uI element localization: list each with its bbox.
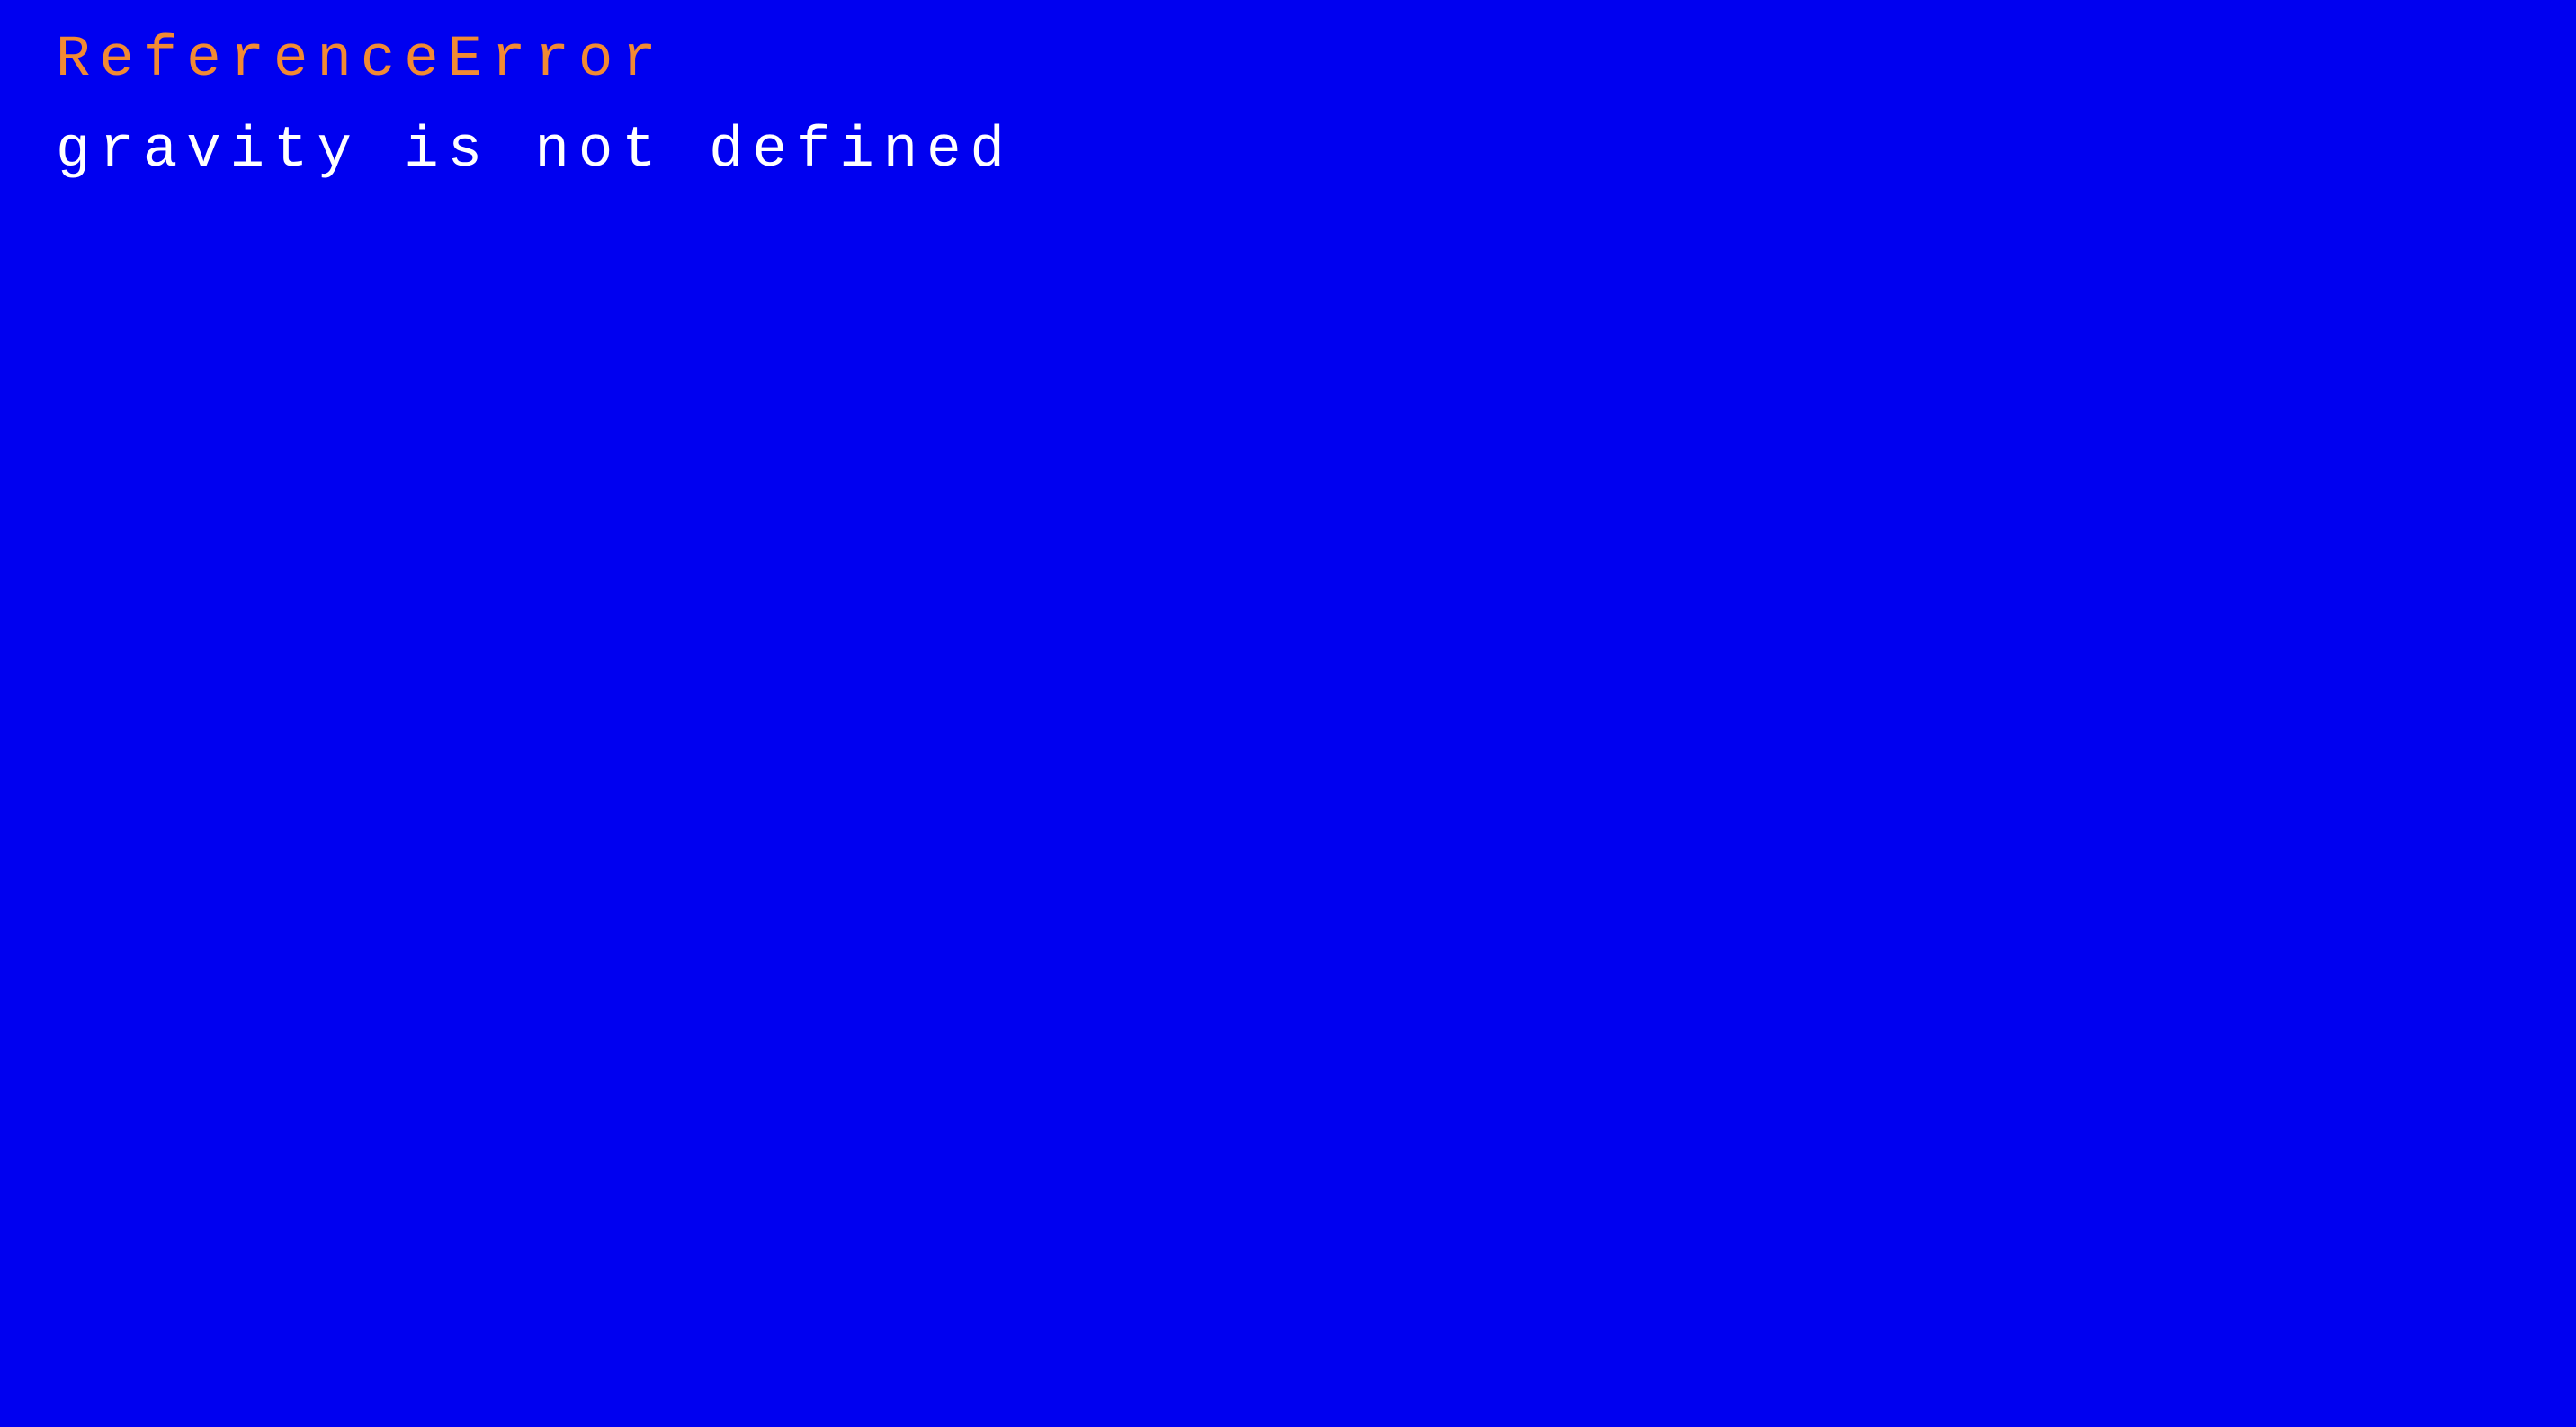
error-panel: ReferenceError gravity is not defined [56, 23, 2484, 188]
error-screen: ReferenceError gravity is not defined [0, 0, 2576, 1427]
error-message: gravity is not defined [56, 119, 1014, 184]
error-type: ReferenceError [56, 28, 666, 93]
